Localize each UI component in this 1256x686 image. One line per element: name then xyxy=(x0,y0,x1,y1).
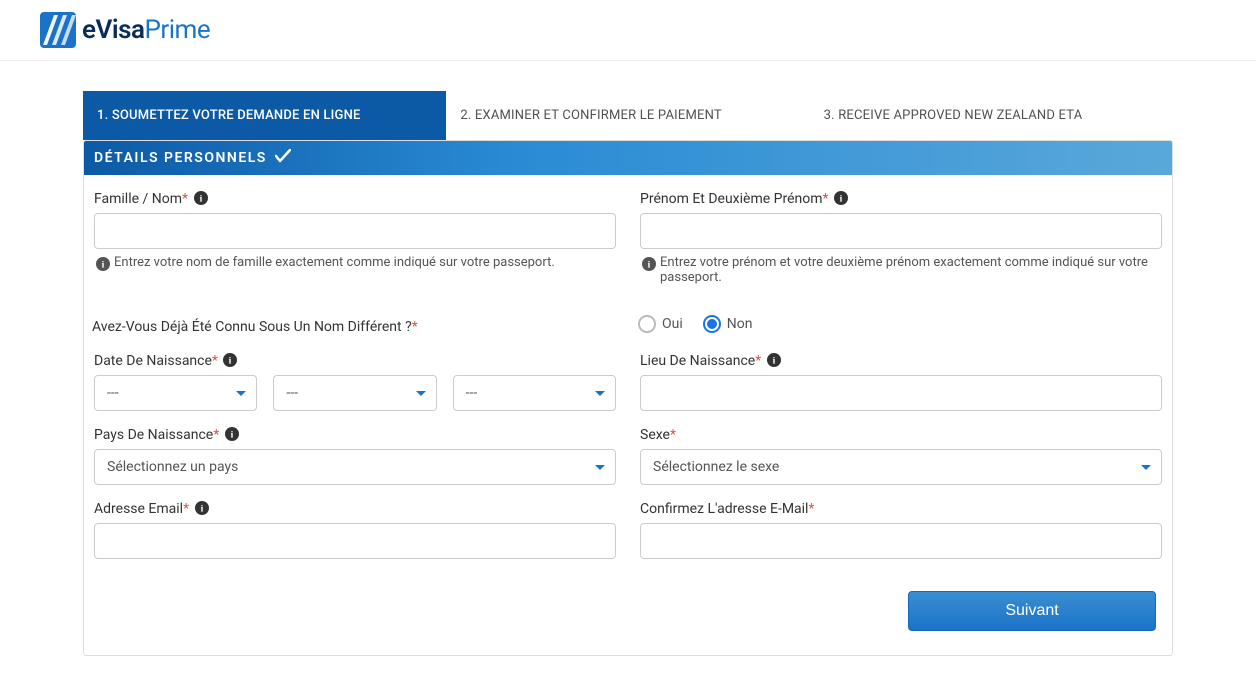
step-3: 3. RECEIVE APPROVED NEW ZEALAND ETA xyxy=(810,91,1173,140)
required-icon: * xyxy=(670,427,676,443)
row-email: Adresse Email* i Confirmez L'adresse E-M… xyxy=(92,501,1164,559)
radio-non-wrap[interactable]: Non xyxy=(703,315,753,333)
given-names-helper: i Entrez votre prénom et votre deuxième … xyxy=(640,255,1162,285)
svg-text:i: i xyxy=(229,356,232,367)
header: eVisaPrime xyxy=(0,0,1256,61)
row-birth: Date De Naissance* i --- --- --- xyxy=(92,353,1164,411)
given-names-label: Prénom Et Deuxième Prénom* i xyxy=(640,191,1162,207)
svg-text:i: i xyxy=(648,260,651,271)
required-icon: * xyxy=(755,353,761,369)
radio-oui-wrap[interactable]: Oui xyxy=(638,315,683,333)
required-icon: * xyxy=(182,191,188,207)
brand-prime: Prime xyxy=(144,15,210,45)
step-indicator: 1. SOUMETTEZ VOTRE DEMANDE EN LIGNE 2. E… xyxy=(83,91,1173,140)
email-label: Adresse Email* i xyxy=(94,501,616,517)
dob-year-select[interactable]: --- xyxy=(453,375,616,411)
panel-header: DÉTAILS PERSONNELS xyxy=(84,141,1172,175)
step-1[interactable]: 1. SOUMETTEZ VOTRE DEMANDE EN LIGNE xyxy=(83,91,446,140)
info-icon[interactable]: i xyxy=(834,191,848,205)
brand-name: eVisaPrime xyxy=(82,15,210,45)
required-icon: * xyxy=(212,353,218,369)
family-name-label: Famille / Nom* i xyxy=(94,191,616,207)
family-name-helper: i Entrez votre nom de famille exactement… xyxy=(94,255,616,271)
radio-oui-label: Oui xyxy=(662,316,683,332)
brand-logo-icon xyxy=(40,12,76,48)
sex-label: Sexe* xyxy=(640,427,1162,443)
required-icon: * xyxy=(183,501,189,517)
panel-body: Famille / Nom* i i Entrez votre nom de f… xyxy=(84,175,1172,655)
sex-select[interactable]: Sélectionnez le sexe xyxy=(640,449,1162,485)
required-icon: * xyxy=(412,319,418,335)
required-icon: * xyxy=(808,501,814,517)
next-button[interactable]: Suivant xyxy=(908,591,1156,631)
brand-e: e xyxy=(82,15,96,45)
given-names-input[interactable] xyxy=(640,213,1162,249)
personal-details-panel: DÉTAILS PERSONNELS Famille / Nom* i i En… xyxy=(83,140,1173,656)
known-by-other-radios: Oui Non xyxy=(638,315,1164,339)
svg-text:i: i xyxy=(840,194,843,205)
email-input[interactable] xyxy=(94,523,616,559)
row-names: Famille / Nom* i i Entrez votre nom de f… xyxy=(92,191,1164,285)
button-row: Suivant xyxy=(92,575,1164,631)
check-icon xyxy=(275,149,291,167)
family-name-input[interactable] xyxy=(94,213,616,249)
row-country-sex: Pays De Naissance* i Sélectionnez un pay… xyxy=(92,427,1164,485)
svg-text:i: i xyxy=(199,194,202,205)
radio-non[interactable] xyxy=(703,315,721,333)
info-icon: i xyxy=(96,257,110,271)
svg-text:i: i xyxy=(772,356,775,367)
dob-month-select[interactable]: --- xyxy=(273,375,436,411)
info-icon[interactable]: i xyxy=(194,191,208,205)
email-confirm-label: Confirmez L'adresse E-Mail* xyxy=(640,501,1162,517)
email-confirm-input[interactable] xyxy=(640,523,1162,559)
svg-text:i: i xyxy=(102,260,105,271)
pob-label: Lieu De Naissance* i xyxy=(640,353,1162,369)
required-icon: * xyxy=(213,427,219,443)
info-icon[interactable]: i xyxy=(195,501,209,515)
info-icon[interactable]: i xyxy=(225,427,239,441)
brand-logo[interactable]: eVisaPrime xyxy=(40,12,1216,48)
info-icon[interactable]: i xyxy=(767,353,781,367)
known-by-other-label: Avez-Vous Déjà Été Connu Sous Un Nom Dif… xyxy=(92,319,618,335)
cob-select[interactable]: Sélectionnez un pays xyxy=(94,449,616,485)
cob-label: Pays De Naissance* i xyxy=(94,427,616,443)
panel-title: DÉTAILS PERSONNELS xyxy=(94,150,267,166)
radio-non-label: Non xyxy=(727,316,753,332)
dob-selects: --- --- --- xyxy=(94,375,616,411)
step-2: 2. EXAMINER ET CONFIRMER LE PAIEMENT xyxy=(446,91,809,140)
main-container: 1. SOUMETTEZ VOTRE DEMANDE EN LIGNE 2. E… xyxy=(73,61,1183,686)
radio-oui[interactable] xyxy=(638,315,656,333)
dob-day-select[interactable]: --- xyxy=(94,375,257,411)
svg-text:i: i xyxy=(230,430,233,441)
dob-label: Date De Naissance* i xyxy=(94,353,616,369)
info-icon[interactable]: i xyxy=(223,353,237,367)
row-known-by-other: Avez-Vous Déjà Été Connu Sous Un Nom Dif… xyxy=(92,315,1164,339)
info-icon: i xyxy=(642,257,656,271)
svg-text:i: i xyxy=(200,504,203,515)
required-icon: * xyxy=(823,191,829,207)
brand-visa: Visa xyxy=(96,15,145,45)
pob-input[interactable] xyxy=(640,375,1162,411)
